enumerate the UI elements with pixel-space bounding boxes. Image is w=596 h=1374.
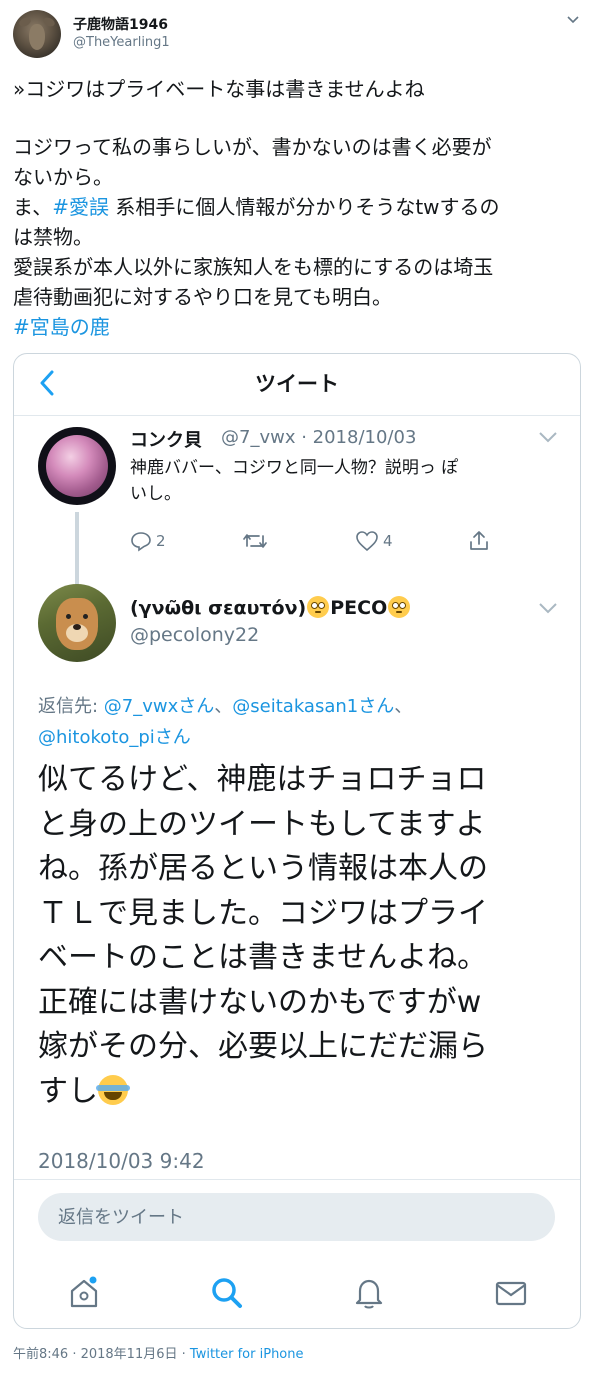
tweet-text-line: 愛誤系が本人以外に家族知人をも標的にするのは埼玉 — [13, 255, 494, 279]
quoted-actions: 2 4 — [130, 526, 500, 556]
replying-to: 返信先: @7_vwxさん、@seitakasan1さん、 @hitokoto_… — [38, 691, 558, 753]
hashtag-link[interactable]: #宮島の鹿 — [13, 312, 583, 342]
reply-count: 2 — [156, 532, 166, 550]
reply-text-line: 正確には書けないのかもですがw — [38, 984, 482, 1020]
author-handle[interactable]: @TheYearling1 — [73, 35, 170, 50]
tweet-menu-caret-icon[interactable] — [566, 14, 580, 28]
tweet-text-line: ま、#愛誤 系相手に個人情報が分かりそうなtwするの — [13, 192, 583, 222]
reply-text-line: 嫁がその分、必要以上にだだ漏ら — [38, 1029, 488, 1064]
author-name[interactable]: 子鹿物語1946 — [73, 14, 168, 34]
tweet-text: »コジワはプライベートな事は書きませんよね コジワって私の事らしいが、書かないの… — [13, 74, 583, 342]
quoted-text-line: いし。 — [130, 484, 181, 504]
quoted-avatar[interactable] — [38, 427, 116, 505]
reply-text-line: すし — [38, 1070, 578, 1115]
eyes-roll-emoji-icon — [388, 596, 411, 618]
reply-text-line: ベートのことは書きませんよね。 — [38, 940, 488, 975]
chevron-down-icon[interactable] — [538, 428, 558, 447]
reply-text-line: ね。孫が居るという情報は本人の — [38, 851, 488, 886]
reply-bar — [14, 1179, 580, 1251]
tweet-timestamp-source: 午前8:46 · 2018年11月6日 · Twitter for iPhone — [13, 1343, 304, 1362]
tweet-text-line: ないから。 — [13, 165, 113, 189]
reply-icon — [131, 532, 151, 552]
reply-author-name-text: (γνῶθι σεαυτόν) — [130, 597, 307, 619]
mention-link[interactable]: @hitokoto_piさん — [38, 722, 558, 753]
reply-text-line: ＴＬで見ました。コジワはプライ — [38, 895, 488, 931]
reply-text: 似てるけど、神鹿はチョロチョロ と身の上のツイートもしてますよ ね。孫が居るとい… — [38, 758, 578, 1114]
author-avatar[interactable] — [13, 10, 61, 58]
chevron-down-icon[interactable] — [538, 599, 558, 618]
tweet-timestamp[interactable]: 午前8:46 · 2018年11月6日 — [13, 1347, 178, 1362]
screenshot-nav-bar: ツイート — [14, 354, 580, 416]
tweet-text-line: »コジワはプライベートな事は書きませんよね — [13, 77, 425, 101]
mention-separator: 、 — [214, 696, 233, 717]
quoted-text: 神鹿ババー、コジワと同一人物？説明っ ぽ いし。 — [130, 455, 550, 507]
mention-link[interactable]: @seitakasan1さん — [232, 696, 394, 717]
reply-author-avatar[interactable] — [38, 584, 116, 662]
tweet-text-line: コジワって私の事らしいが、書かないのは書く必要が — [13, 135, 492, 159]
reply-author-handle: @pecolony22 — [130, 624, 260, 646]
tweet-text-line: は禁物。 — [13, 225, 93, 249]
tweet-header: 子鹿物語1946 @TheYearling1 — [0, 0, 596, 64]
tweet-text-fragment: ま、 — [13, 195, 53, 219]
reply-author-name: (γνῶθι σεαυτόν) PECO — [130, 596, 411, 619]
messages-icon[interactable] — [491, 1273, 531, 1313]
reply-timestamp: 2018/10/03 9:42 — [38, 1149, 205, 1173]
reply-action[interactable]: 2 — [130, 526, 166, 556]
share-icon — [470, 531, 488, 550]
tweet-text-line: 虐待動画犯に対するやり口を見ても明白。 — [13, 285, 392, 309]
heart-icon — [356, 531, 378, 552]
reply-text-line: 似てるけど、神鹿はチョロチョロ — [38, 762, 487, 797]
reply-text-line: と身の上のツイートもしてますよ — [38, 806, 486, 842]
replying-to-label: 返信先: — [38, 696, 104, 717]
screenshot-nav-title: ツイート — [255, 372, 339, 396]
tweet-source-link[interactable]: Twitter for iPhone — [190, 1347, 304, 1362]
replying-to-line: 返信先: @7_vwxさん、@seitakasan1さん、 — [38, 691, 558, 722]
mention-link[interactable]: @7_vwxさん — [104, 696, 214, 717]
eyes-roll-emoji-icon — [307, 596, 330, 618]
quoted-meta: @7_vwx · 2018/10/03 — [221, 427, 417, 448]
mention-separator: 、 — [394, 696, 413, 717]
attached-screenshot[interactable]: ツイート コンク貝 @7_vwx · 2018/10/03 神鹿ババー、コジワと… — [13, 353, 581, 1329]
quoted-name: コンク貝 — [130, 430, 202, 451]
retweet-icon — [243, 534, 267, 548]
reply-author-name-suffix: PECO — [330, 597, 388, 619]
home-icon[interactable] — [64, 1273, 104, 1313]
reply-input[interactable] — [38, 1193, 555, 1241]
tears-of-joy-emoji-icon — [96, 1074, 130, 1105]
hashtag-link[interactable]: #愛誤 — [52, 195, 109, 219]
notifications-icon[interactable] — [349, 1273, 389, 1313]
bottom-tab-bar — [14, 1259, 580, 1328]
like-count: 4 — [383, 532, 393, 550]
like-action[interactable]: 4 — [355, 526, 393, 556]
quoted-text-line: 神鹿ババー、コジワと同一人物？説明っ ぽ — [130, 458, 459, 478]
reply-text-last: すし — [38, 1073, 98, 1109]
tweet-text-fragment: 系相手に個人情報が分かりそうなtwするの — [108, 195, 500, 219]
share-action[interactable] — [467, 526, 491, 556]
retweet-action[interactable] — [242, 526, 268, 556]
search-icon[interactable] — [207, 1273, 247, 1313]
meta-separator: · — [177, 1347, 190, 1362]
